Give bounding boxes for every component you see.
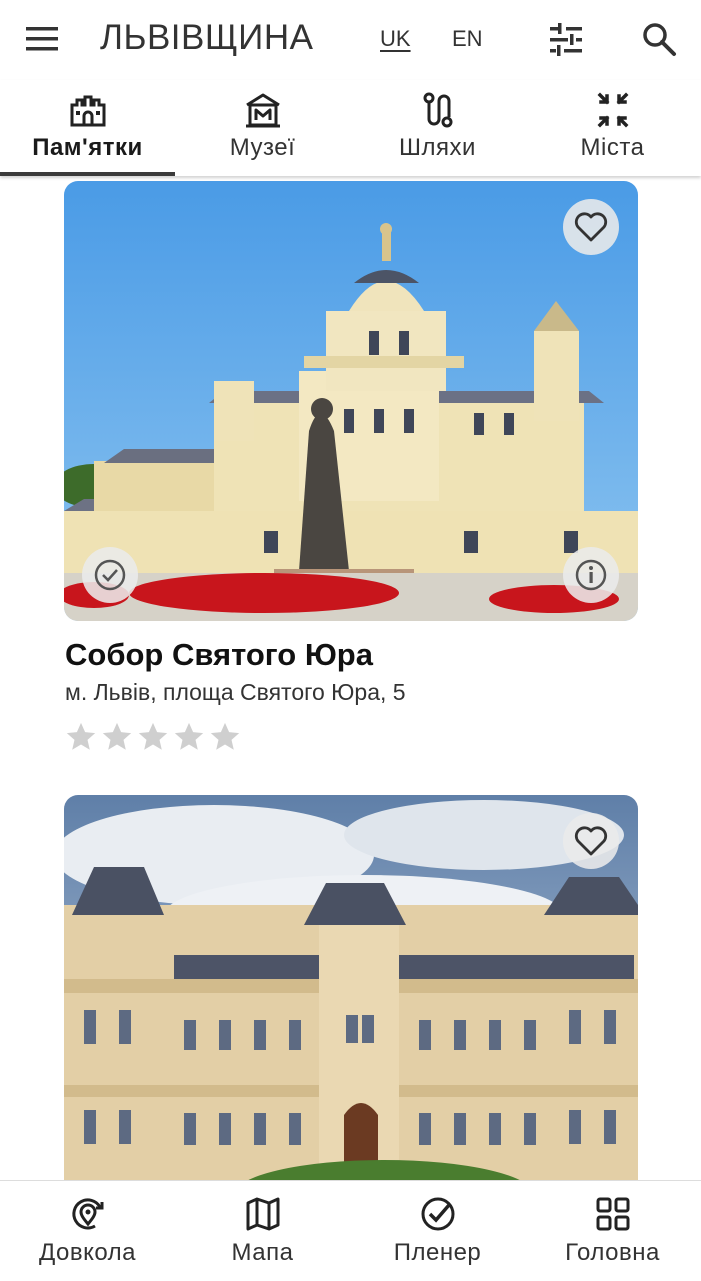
check-circle-icon bbox=[94, 559, 126, 591]
route-icon bbox=[423, 92, 452, 128]
tab-muzei[interactable]: Музеї bbox=[175, 80, 350, 176]
attraction-card[interactable] bbox=[64, 795, 638, 1235]
nav-mapa[interactable]: Мапа bbox=[175, 1181, 350, 1281]
museum-icon bbox=[245, 93, 280, 128]
tab-pamyatky[interactable]: Пам'ятки bbox=[0, 80, 175, 176]
star-icon[interactable] bbox=[64, 720, 98, 754]
favorite-button[interactable] bbox=[563, 813, 619, 869]
cathedral-image bbox=[64, 181, 638, 621]
attraction-photo[interactable] bbox=[64, 795, 638, 1235]
star-icon[interactable] bbox=[172, 720, 206, 754]
tab-label: Музеї bbox=[229, 134, 296, 161]
lang-uk-button[interactable]: UK bbox=[380, 26, 411, 52]
top-app-bar: ЛЬВІВЩИНА UK EN bbox=[0, 0, 701, 78]
tab-label: Пам'ятки bbox=[32, 134, 143, 161]
location-radar-icon bbox=[71, 1198, 103, 1230]
nav-label: Довкола bbox=[38, 1239, 137, 1266]
info-icon bbox=[575, 559, 607, 591]
tab-label: Шляхи bbox=[399, 134, 476, 161]
info-button[interactable] bbox=[563, 547, 619, 603]
nav-label: Пленер bbox=[393, 1239, 482, 1266]
attraction-address: м. Львів, площа Святого Юра, 5 bbox=[65, 679, 406, 705]
star-icon[interactable] bbox=[136, 720, 170, 754]
nav-golovna[interactable]: Головна bbox=[525, 1181, 700, 1281]
bottom-navigation: Довкола Мапа Пленер Головна bbox=[0, 1180, 701, 1281]
tab-mista[interactable]: Міста bbox=[525, 80, 700, 176]
nav-dovkola[interactable]: Довкола bbox=[0, 1181, 175, 1281]
attraction-photo[interactable] bbox=[64, 181, 638, 621]
grid-icon bbox=[596, 1197, 629, 1231]
check-circle-icon bbox=[421, 1197, 454, 1231]
nav-plener[interactable]: Пленер bbox=[350, 1181, 525, 1281]
category-tabs: Пам'ятки Музеї Шляхи Міста bbox=[0, 80, 701, 176]
castle-icon bbox=[70, 95, 105, 127]
app-title: ЛЬВІВЩИНА bbox=[100, 18, 314, 57]
heart-icon bbox=[574, 826, 608, 856]
nav-label: Головна bbox=[565, 1239, 660, 1266]
palace-image bbox=[64, 795, 638, 1235]
search-icon[interactable] bbox=[640, 20, 678, 58]
map-icon bbox=[246, 1197, 279, 1231]
favorite-button[interactable] bbox=[563, 199, 619, 255]
lang-en-button[interactable]: EN bbox=[452, 26, 483, 52]
tab-label: Міста bbox=[580, 134, 645, 161]
attraction-title[interactable]: Собор Святого Юра bbox=[65, 637, 638, 673]
collapse-icon bbox=[597, 92, 628, 128]
nav-label: Мапа bbox=[231, 1239, 294, 1266]
attraction-card[interactable]: Собор Святого Юра м. Львів, площа Святог… bbox=[64, 181, 638, 754]
tab-shlyakhy[interactable]: Шляхи bbox=[350, 80, 525, 176]
filter-icon[interactable] bbox=[546, 20, 586, 60]
menu-icon[interactable] bbox=[24, 22, 62, 56]
rating-stars[interactable] bbox=[64, 720, 638, 754]
heart-icon bbox=[574, 212, 608, 242]
visited-toggle[interactable] bbox=[82, 547, 138, 603]
star-icon[interactable] bbox=[208, 720, 242, 754]
star-icon[interactable] bbox=[100, 720, 134, 754]
